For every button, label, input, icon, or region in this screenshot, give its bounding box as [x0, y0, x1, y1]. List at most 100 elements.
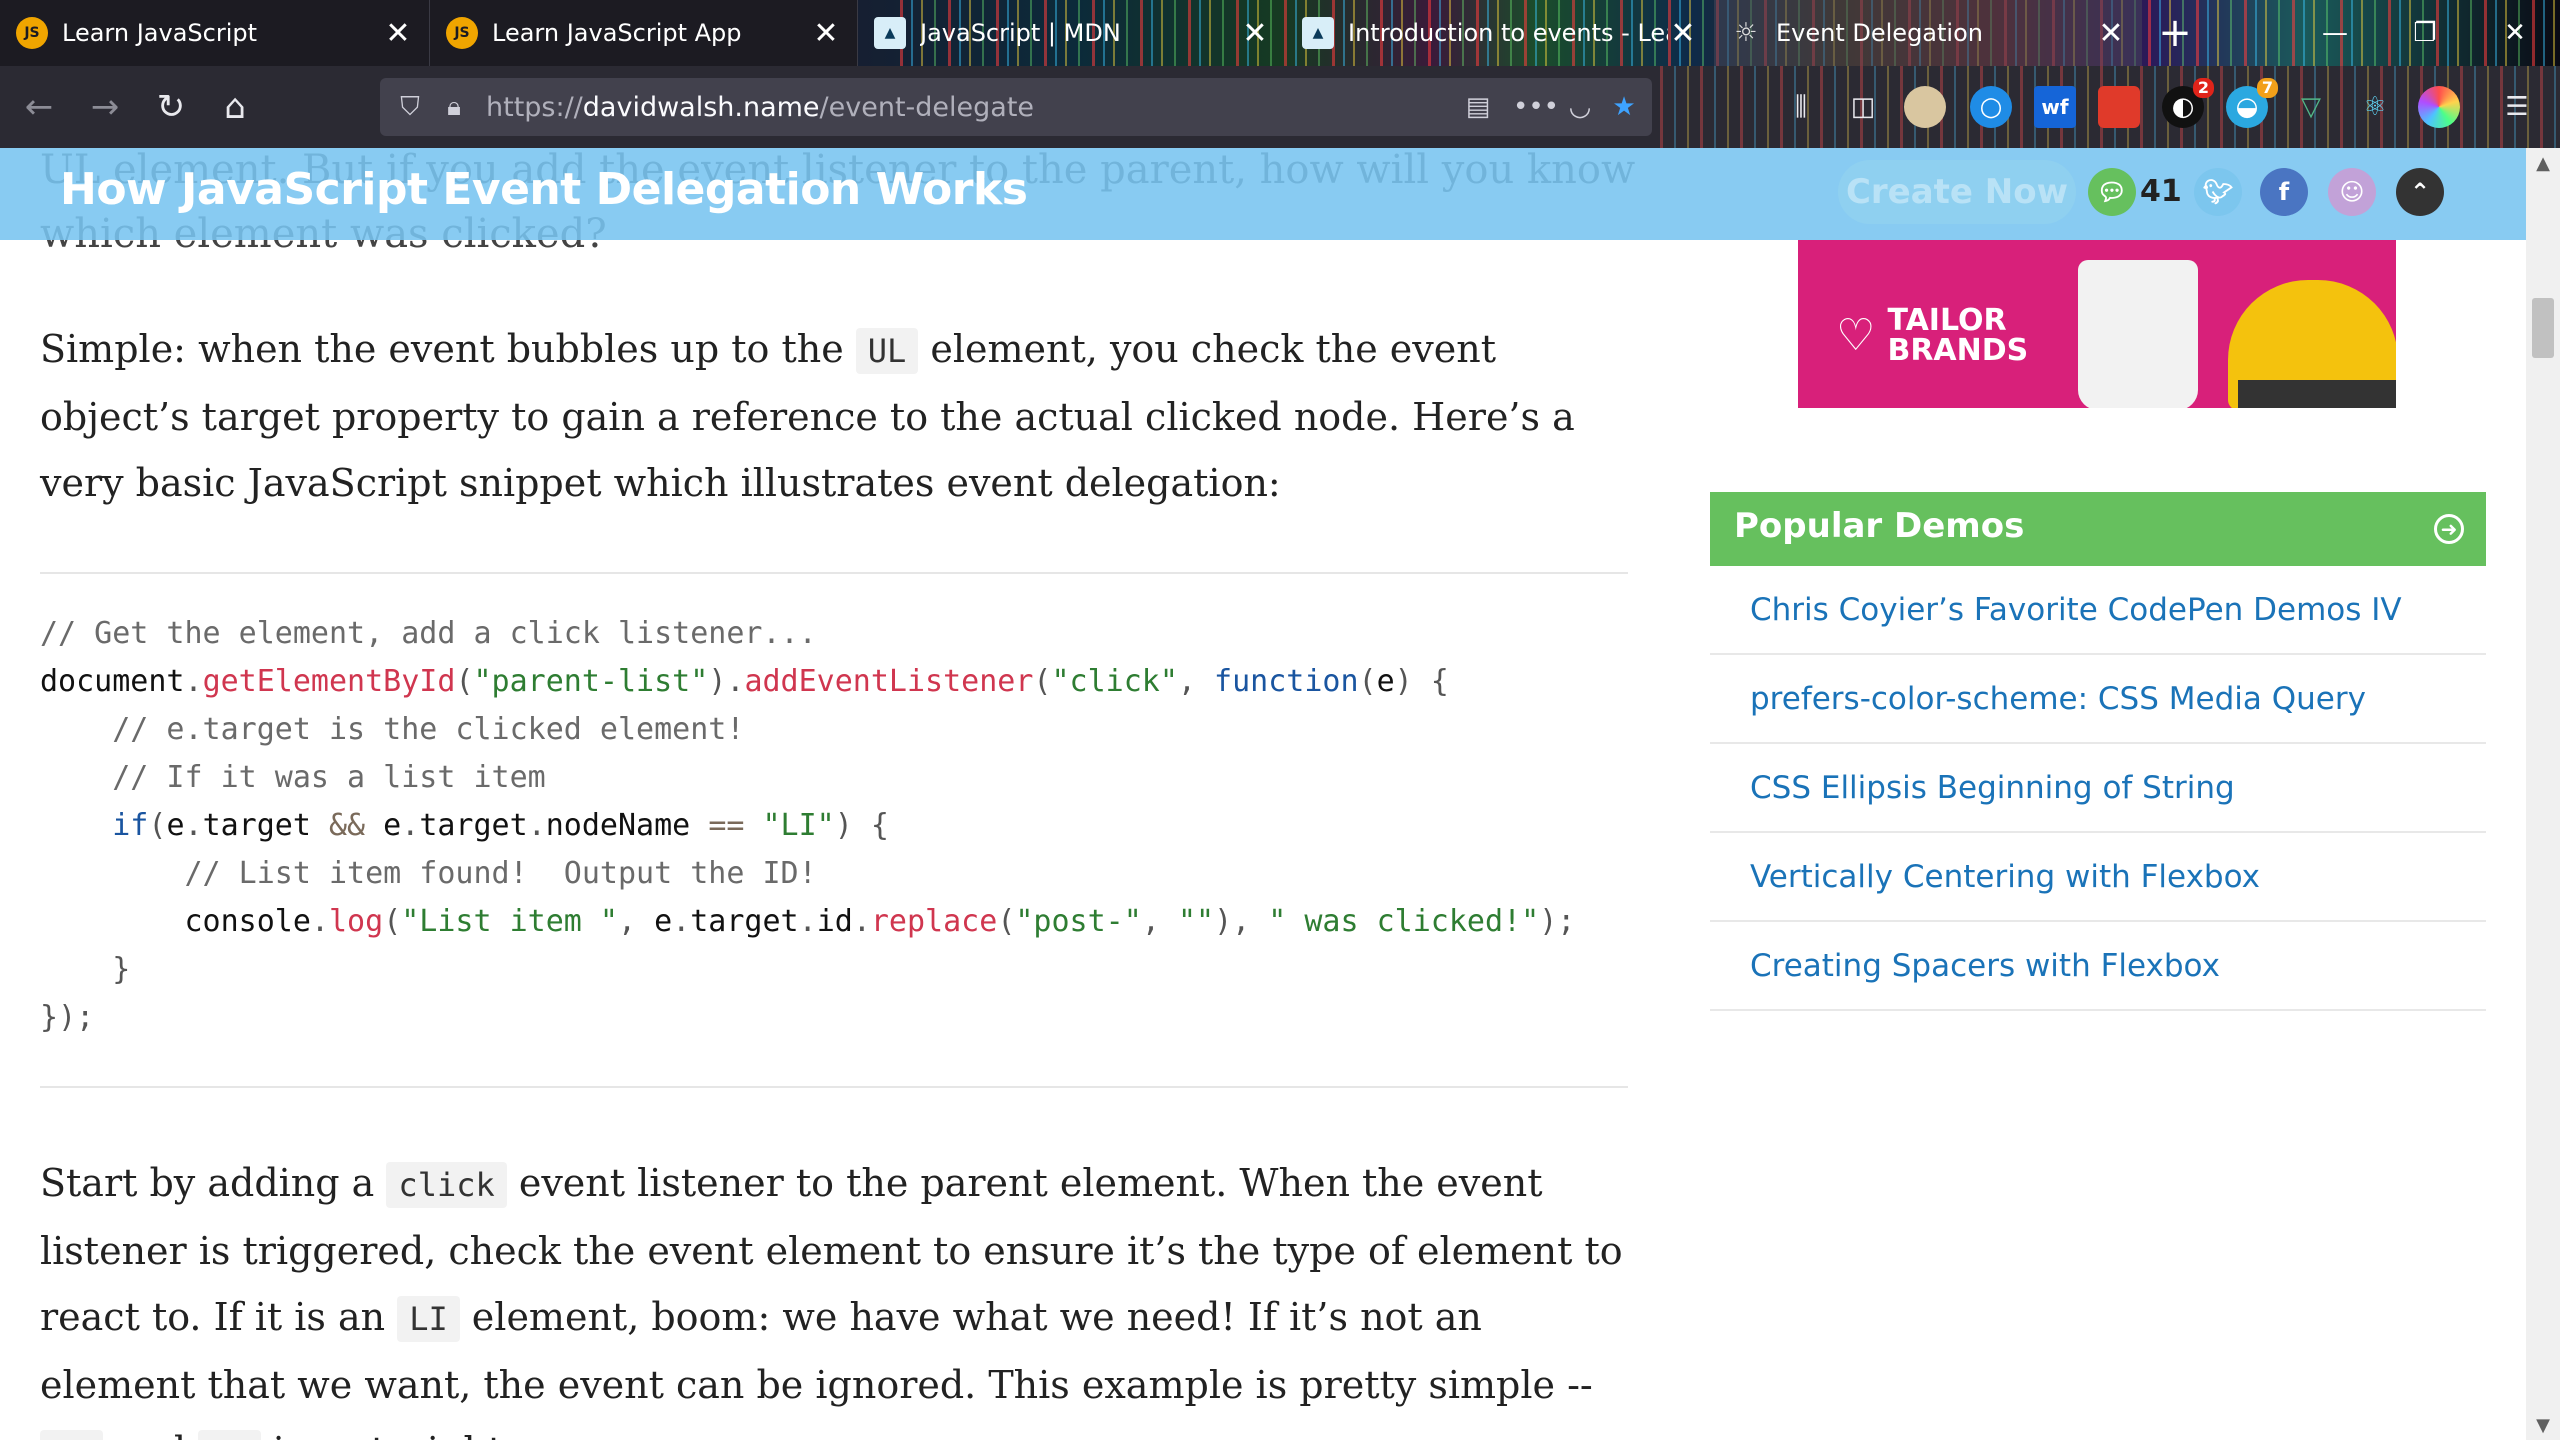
lock-icon[interactable]: 🔒︎	[432, 85, 476, 129]
pocket-icon[interactable]: ◡	[1558, 85, 1602, 129]
menu-icon[interactable]: ☰	[2496, 86, 2538, 128]
comments-icon[interactable]: 💬︎	[2088, 168, 2136, 216]
code-line: });	[40, 1000, 95, 1035]
demo-link[interactable]: CSS Ellipsis Beginning of String	[1710, 744, 2486, 833]
popular-demos-list: Chris Coyier’s Favorite CodePen Demos IV…	[1710, 566, 2486, 1011]
url-domain: davidwalsh.name	[582, 91, 820, 123]
twitter-icon[interactable]: 🐦︎	[2194, 168, 2242, 216]
url-text[interactable]: https://davidwalsh.name/event-delegate	[486, 92, 1456, 123]
js-favicon-icon: JS	[16, 17, 48, 49]
navigation-bar: ← → ↻ ⌂ ⛉ 🔒︎ https://davidwalsh.name/eve…	[0, 66, 2560, 148]
sticky-header: How JavaScript Event Delegation Works Cr…	[0, 148, 2526, 240]
arrow-right-circle-icon[interactable]: ➜	[2434, 514, 2464, 544]
inline-code: LI	[397, 1296, 460, 1342]
code-divider-top	[40, 572, 1628, 574]
tab-strip: JS Learn JavaScript ✕ JS Learn JavaScrip…	[0, 0, 2560, 66]
sidebar-icon[interactable]: ◫	[1842, 86, 1884, 128]
close-tab-icon[interactable]: ✕	[1668, 16, 1698, 51]
mdn-favicon-icon: ▲	[1302, 17, 1334, 49]
minimize-icon[interactable]: —	[2290, 0, 2380, 66]
reddit-icon[interactable]: ☺	[2328, 168, 2376, 216]
reader-view-icon[interactable]: ▤	[1456, 85, 1500, 129]
bookmark-star-icon[interactable]: ★	[1602, 85, 1646, 129]
new-tab-icon[interactable]: +	[2150, 8, 2200, 58]
para-text: Start by adding a	[40, 1161, 387, 1205]
react-devtools-icon[interactable]: ⚛	[2354, 86, 2396, 128]
extension-icon[interactable]	[1904, 86, 1946, 128]
restore-icon[interactable]: ❐	[2380, 0, 2470, 66]
home-icon[interactable]: ⌂	[212, 84, 258, 130]
code-line: document.getElementById("parent-list").a…	[40, 664, 1449, 699]
address-bar[interactable]: ⛉ 🔒︎ https://davidwalsh.name/event-deleg…	[380, 78, 1652, 136]
site-favicon-icon: ☼	[1734, 18, 1758, 48]
tab-title: Learn JavaScript	[62, 19, 258, 47]
tab-javascript-mdn[interactable]: ▲ JavaScript | MDN ✕	[858, 0, 1286, 66]
ad-brand-text: TAILOR BRANDS	[1887, 306, 2028, 366]
tab-title: Event Delegation	[1776, 19, 1983, 47]
close-tab-icon[interactable]: ✕	[811, 16, 841, 51]
scroll-top-icon[interactable]: ⌃	[2396, 168, 2444, 216]
js-favicon-icon: JS	[446, 17, 478, 49]
para-text: is a straight-	[261, 1429, 516, 1440]
page-title: How JavaScript Event Delegation Works	[60, 164, 1028, 215]
tab-title: JavaScript | MDN	[920, 19, 1121, 47]
demo-link[interactable]: prefers-color-scheme: CSS Media Query	[1710, 655, 2486, 744]
scroll-up-icon[interactable]: ▲	[2526, 148, 2560, 178]
ad-brand-line2: BRANDS	[1887, 333, 2029, 368]
url-prefix: https://	[486, 91, 583, 123]
paragraph-2: Start by adding a click event listener t…	[40, 1150, 1640, 1440]
library-icon[interactable]: ⫼	[1780, 86, 1822, 128]
demo-link[interactable]: Chris Coyier’s Favorite CodePen Demos IV	[1710, 566, 2486, 655]
ublock-icon[interactable]: ◐ 2	[2162, 78, 2214, 128]
scroll-down-icon[interactable]: ▼	[2526, 1410, 2560, 1440]
tab-learn-javascript[interactable]: JS Learn JavaScript ✕	[0, 0, 430, 66]
color-picker-icon[interactable]	[2418, 86, 2460, 128]
back-icon[interactable]: ←	[16, 84, 62, 130]
blue-extension-icon[interactable]: ◒ 7	[2226, 78, 2278, 128]
popular-demos-header: Popular Demos ➜	[1710, 492, 2486, 566]
red-extension-icon[interactable]	[2098, 86, 2140, 128]
mdn-favicon-icon: ▲	[874, 17, 906, 49]
inline-code: UL	[40, 1430, 103, 1440]
forward-icon[interactable]: →	[82, 84, 128, 130]
close-tab-icon[interactable]: ✕	[383, 16, 413, 51]
more-actions-icon[interactable]: •••	[1513, 85, 1559, 129]
tab-learn-javascript-app[interactable]: JS Learn JavaScript App ✕	[430, 0, 858, 66]
vue-devtools-icon[interactable]: ▽	[2290, 86, 2332, 128]
code-divider-bottom	[40, 1086, 1628, 1088]
page-scrollbar[interactable]: ▲ ▼	[2526, 148, 2560, 1440]
code-line: }	[112, 952, 131, 987]
tailor-brands-ad[interactable]: ♡ TAILOR BRANDS	[1798, 240, 2396, 408]
create-now-button[interactable]: Create Now	[1838, 160, 2076, 224]
code-line: if(e.target && e.target.nodeName == "LI"…	[112, 808, 889, 843]
comment-count: 41	[2140, 174, 2182, 209]
code-line: // If it was a list item	[112, 760, 546, 795]
inline-code: LI	[198, 1430, 261, 1440]
ad-brand: ♡ TAILOR BRANDS	[1836, 306, 2028, 366]
inline-code: click	[386, 1162, 507, 1208]
demo-link[interactable]: Creating Spacers with Flexbox	[1710, 922, 2486, 1011]
paragraph-1: Simple: when the event bubbles up to the…	[40, 316, 1640, 516]
code-line: console.log("List item ", e.target.id.re…	[40, 904, 1576, 939]
close-tab-icon[interactable]: ✕	[2096, 16, 2126, 51]
shield-icon[interactable]: ⛉	[388, 85, 432, 129]
tab-event-delegation[interactable]: ☼ Event Delegation ✕	[1714, 0, 2142, 66]
mug-image	[2078, 260, 2198, 408]
code-line: // e.target is the clicked element!	[112, 712, 745, 747]
demo-link[interactable]: Vertically Centering with Flexbox	[1710, 833, 2486, 922]
close-tab-icon[interactable]: ✕	[1240, 16, 1270, 51]
code-line: // List item found! Output the ID!	[184, 856, 817, 891]
scroll-thumb[interactable]	[2532, 298, 2554, 358]
facebook-icon[interactable]: f	[2260, 168, 2308, 216]
reload-icon[interactable]: ↻	[148, 84, 194, 130]
popular-demos-title: Popular Demos	[1734, 506, 2025, 546]
webflow-icon[interactable]: wf	[2034, 86, 2076, 128]
cap-brim-image	[2238, 380, 2396, 408]
tab-introduction-to-events[interactable]: ▲ Introduction to events - Lear ✕	[1286, 0, 1714, 66]
search-extension-icon[interactable]: ○	[1970, 86, 2012, 128]
close-window-icon[interactable]: ✕	[2470, 0, 2560, 66]
url-path: /event-delegate	[819, 91, 1035, 123]
tailor-brands-logo-icon: ♡	[1836, 310, 1876, 361]
notification-badge: 2	[2192, 78, 2214, 98]
para-text: Simple: when the event bubbles up to the	[40, 327, 856, 371]
